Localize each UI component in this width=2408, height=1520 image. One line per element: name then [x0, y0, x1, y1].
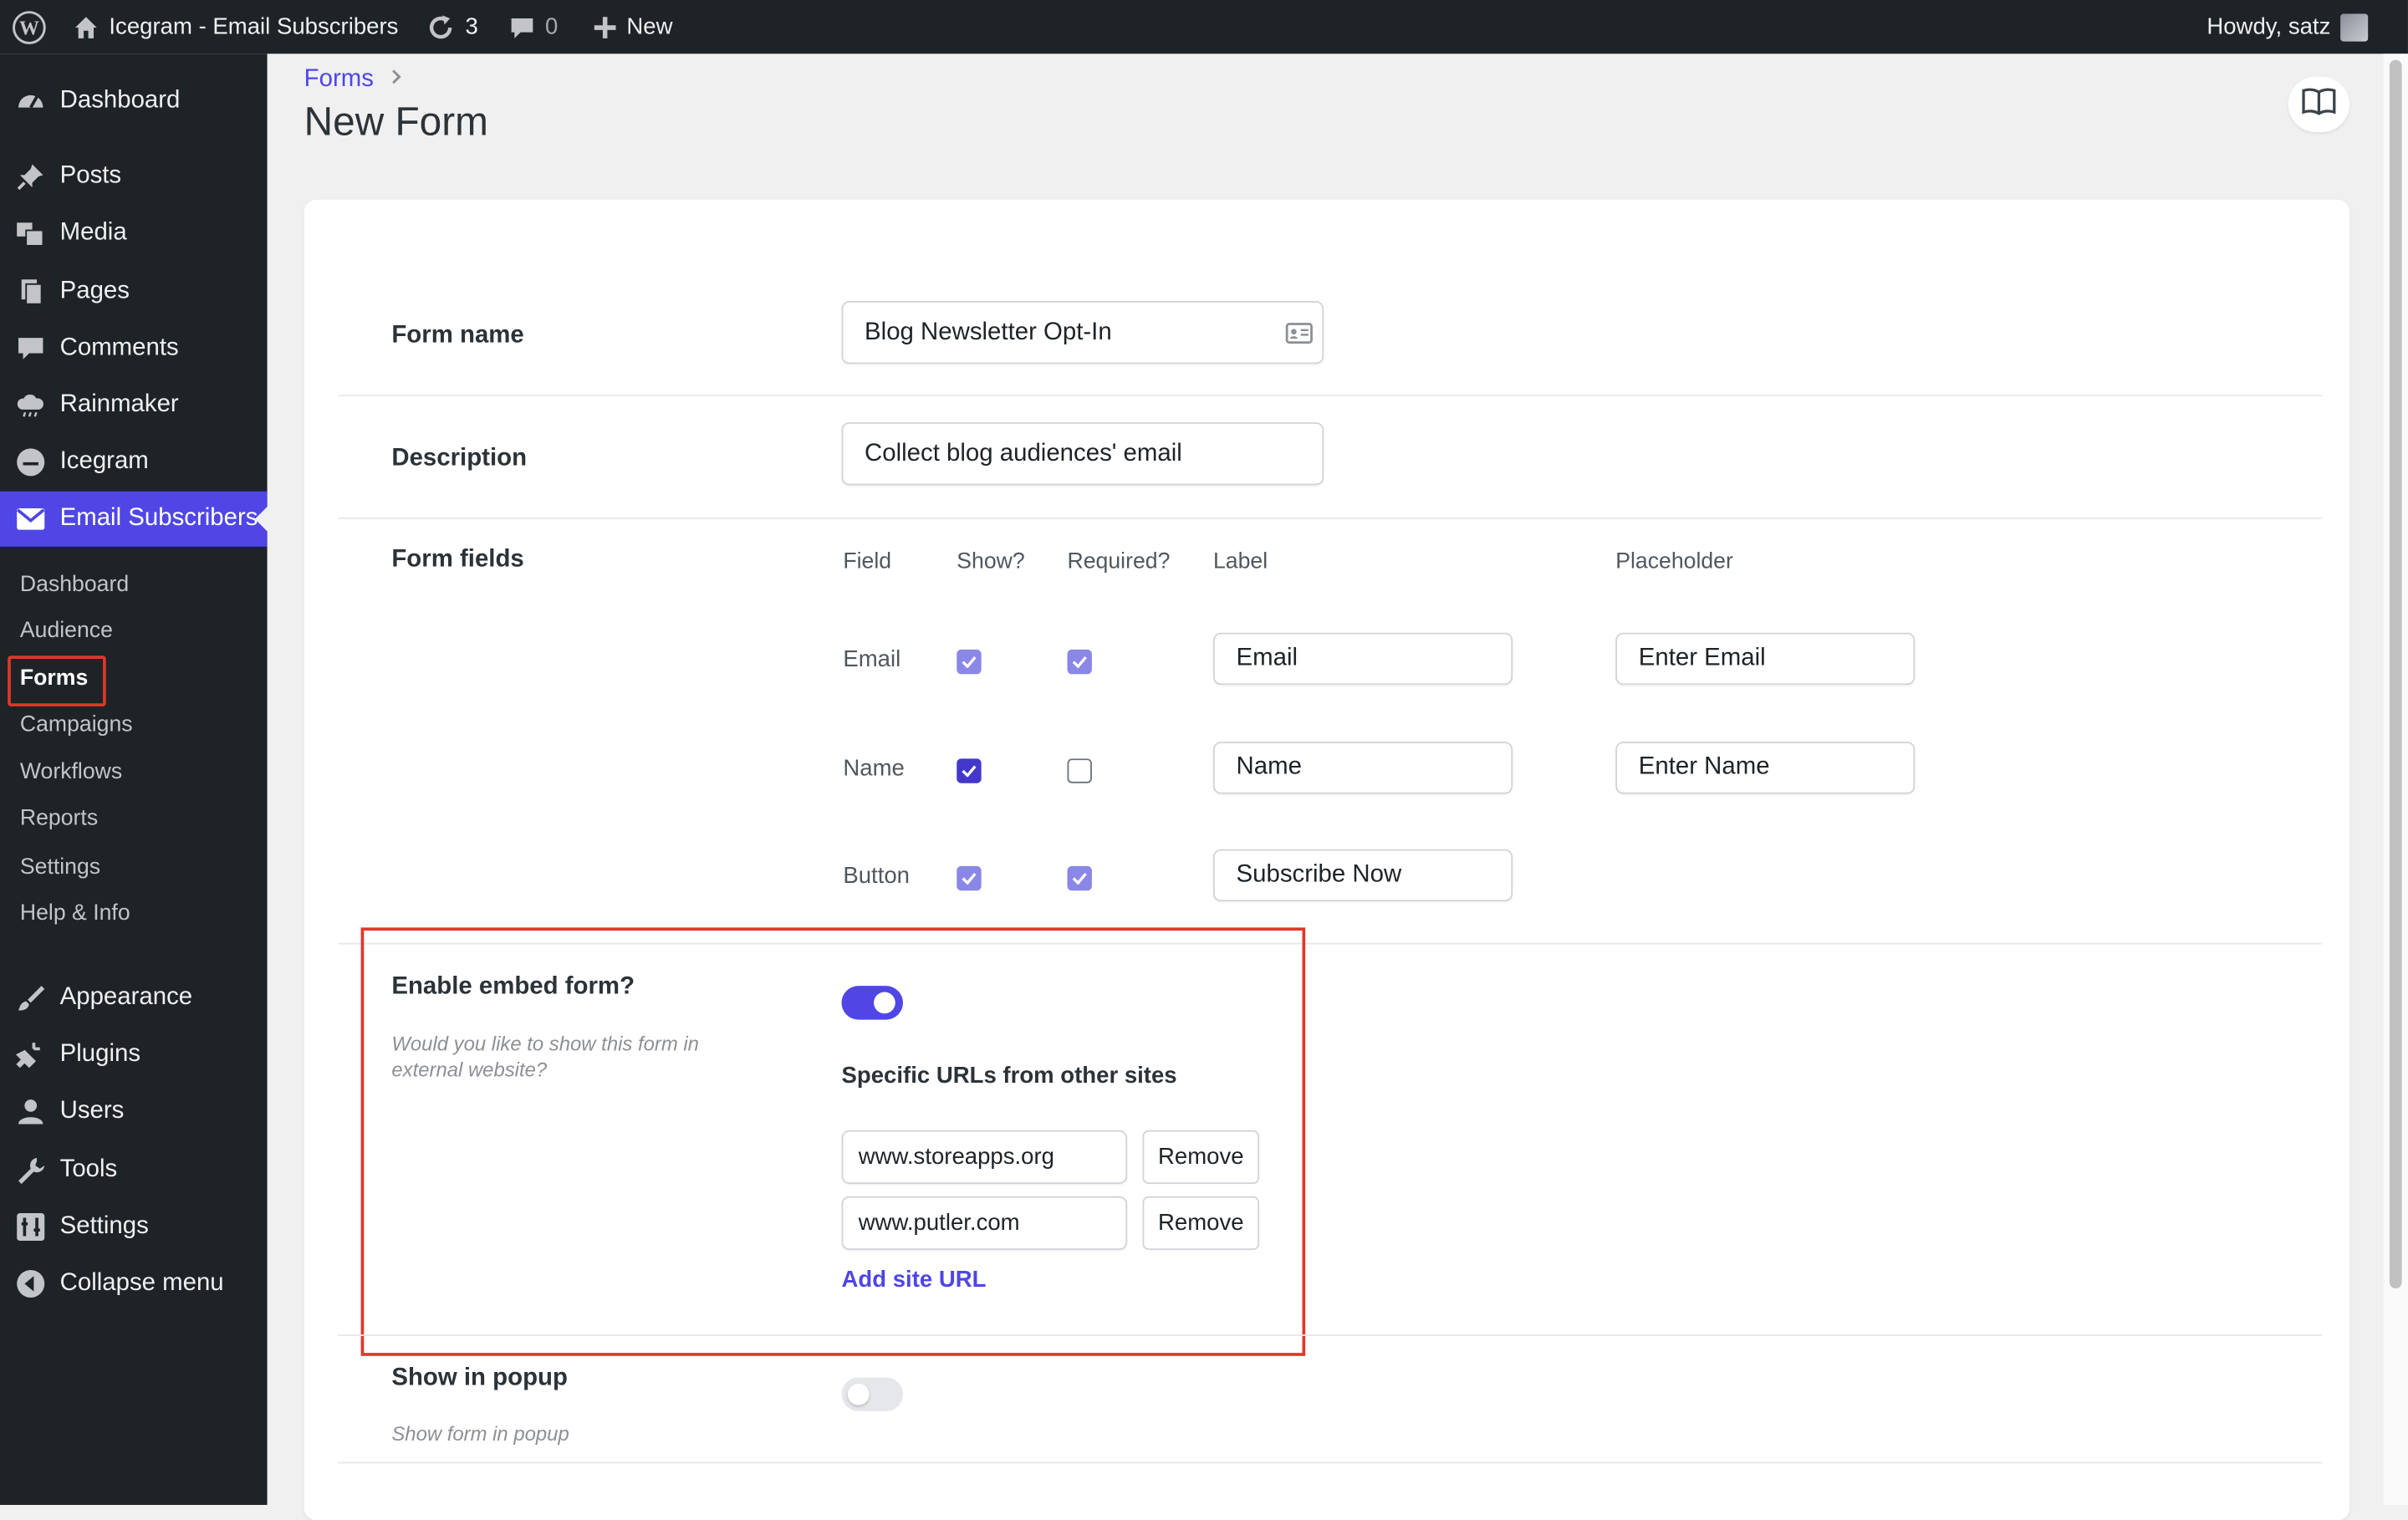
wrench-icon	[15, 1155, 46, 1186]
email-placeholder-input[interactable]: Enter Email	[1615, 632, 1916, 686]
name-label-input[interactable]: Name	[1212, 742, 1513, 794]
divider	[338, 1334, 2323, 1336]
form-name-input[interactable]: Blog Newsletter Opt-In	[841, 300, 1324, 365]
email-required-checkbox[interactable]	[1067, 649, 1092, 675]
help-docs-button[interactable]	[2288, 76, 2350, 132]
email-label-input[interactable]: Email	[1212, 632, 1513, 686]
menu-rainmaker[interactable]: Rainmaker	[0, 378, 268, 433]
menu-appearance[interactable]: Appearance	[0, 971, 268, 1026]
pages-icon	[15, 277, 46, 308]
name-show-checkbox[interactable]	[957, 758, 982, 783]
cloud-icon	[15, 390, 46, 421]
plugin-icon	[15, 1039, 46, 1070]
column-header-required: Required?	[1067, 549, 1171, 574]
submenu-campaigns[interactable]: Campaigns	[20, 712, 133, 737]
email-icon	[15, 503, 46, 534]
divider	[338, 1461, 2323, 1464]
menu-icegram[interactable]: Icegram	[0, 435, 268, 490]
site-title: Icegram - Email Subscribers	[109, 13, 399, 40]
button-required-checkbox[interactable]	[1067, 865, 1092, 891]
icegram-icon	[15, 446, 46, 477]
contact-card-icon	[1285, 321, 1313, 354]
divider	[338, 395, 2323, 396]
comment-icon	[15, 334, 46, 365]
avatar	[2339, 13, 2368, 41]
page-title: New Form	[304, 98, 488, 145]
brush-icon	[15, 982, 46, 1013]
dashboard-icon	[15, 86, 46, 117]
button-show-checkbox[interactable]	[957, 865, 982, 891]
svg-text:W: W	[19, 17, 39, 38]
show-in-popup-label: Show in popup	[391, 1364, 568, 1392]
field-name-button: Button	[843, 863, 911, 890]
submenu-audience[interactable]: Audience	[20, 619, 113, 643]
form-name-label: Form name	[391, 322, 524, 349]
form-fields-label: Form fields	[391, 546, 524, 574]
description-label: Description	[391, 445, 528, 472]
home-icon	[72, 13, 99, 41]
admin-bar: W Icegram - Email Subscribers 3 0 New Ho…	[0, 0, 2408, 54]
user-icon	[15, 1096, 46, 1127]
field-name-email: Email	[843, 646, 901, 673]
menu-users[interactable]: Users	[0, 1084, 268, 1140]
show-in-popup-help: Show form in popup	[391, 1421, 569, 1446]
book-icon	[2300, 85, 2337, 124]
description-input[interactable]: Collect blog audiences' email	[841, 422, 1324, 486]
plus-icon	[593, 14, 617, 38]
breadcrumb: Forms	[304, 66, 405, 94]
greeting: Howdy, satz	[2206, 13, 2331, 40]
menu-settings[interactable]: Settings	[0, 1199, 268, 1254]
updates-count: 3	[465, 13, 478, 40]
media-icon	[15, 218, 46, 249]
column-header-field: Field	[843, 549, 892, 574]
site-name-link[interactable]: Icegram - Email Subscribers	[72, 0, 398, 54]
submenu-help-info[interactable]: Help & Info	[20, 901, 130, 926]
menu-media[interactable]: Media	[0, 206, 268, 261]
menu-dashboard[interactable]: Dashboard	[0, 74, 268, 129]
breadcrumb-forms-link[interactable]: Forms	[304, 66, 374, 94]
comment-icon	[508, 13, 536, 41]
forms-highlight-box	[8, 655, 106, 706]
updates-link[interactable]: 3	[426, 0, 478, 54]
new-label: New	[626, 13, 673, 40]
column-header-placeholder: Placeholder	[1615, 549, 1733, 574]
settings-icon	[15, 1211, 46, 1242]
column-header-show: Show?	[957, 549, 1025, 574]
collapse-icon	[15, 1268, 46, 1299]
column-header-label: Label	[1212, 549, 1268, 574]
new-content-link[interactable]: New	[593, 0, 673, 54]
comments-link[interactable]: 0	[508, 0, 558, 54]
page-scrollbar[interactable]	[2383, 54, 2408, 1505]
show-in-popup-toggle[interactable]	[841, 1377, 903, 1411]
field-name-name: Name	[843, 755, 905, 782]
menu-collapse[interactable]: Collapse menu	[0, 1256, 268, 1311]
account-menu[interactable]: Howdy, satz	[2206, 0, 2368, 54]
pin-icon	[15, 161, 46, 192]
submenu-reports[interactable]: Reports	[20, 806, 98, 830]
menu-pages[interactable]: Pages	[0, 264, 268, 319]
wordpress-logo-icon[interactable]: W	[13, 0, 46, 54]
comments-count: 0	[545, 13, 559, 40]
updates-icon	[426, 12, 457, 43]
name-placeholder-input[interactable]: Enter Name	[1615, 742, 1916, 794]
embed-highlight-box	[360, 927, 1306, 1356]
submenu-settings[interactable]: Settings	[20, 855, 100, 880]
scrollbar-thumb[interactable]	[2389, 59, 2402, 1288]
divider	[338, 517, 2323, 519]
menu-comments[interactable]: Comments	[0, 321, 268, 376]
menu-plugins[interactable]: Plugins	[0, 1028, 268, 1083]
submenu-dashboard[interactable]: Dashboard	[20, 573, 129, 597]
submenu-workflows[interactable]: Workflows	[20, 760, 122, 784]
email-show-checkbox[interactable]	[957, 649, 982, 675]
menu-tools[interactable]: Tools	[0, 1143, 268, 1198]
button-label-input[interactable]: Subscribe Now	[1212, 849, 1513, 902]
menu-posts[interactable]: Posts	[0, 149, 268, 204]
chevron-right-icon	[389, 66, 404, 94]
name-required-checkbox[interactable]	[1067, 758, 1092, 783]
admin-sidebar: Dashboard Posts Media Pages Comments Rai…	[0, 54, 269, 1505]
menu-email-subscribers[interactable]: Email Subscribers	[0, 491, 269, 547]
